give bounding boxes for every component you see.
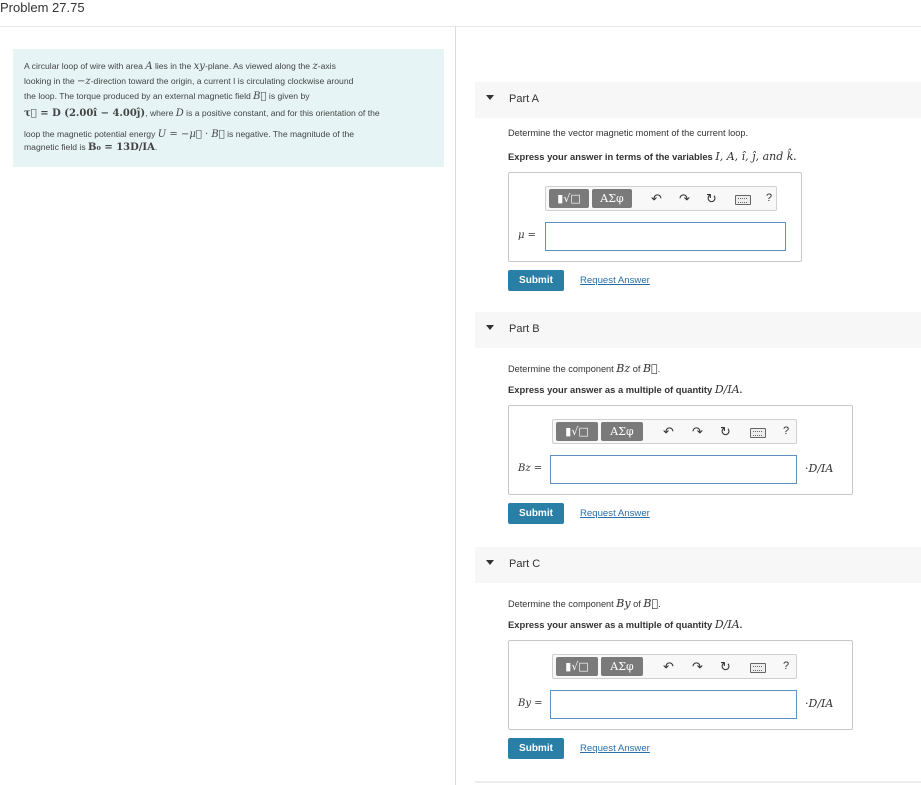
- greek-symbols-button[interactable]: ΑΣφ: [601, 422, 643, 441]
- problem-line-4: τ⃗ = D (2.00î − 4.00ĵ), where D is a pos…: [24, 108, 380, 119]
- collapse-caret-icon[interactable]: [486, 325, 494, 330]
- undo-icon[interactable]: ↶: [663, 658, 674, 675]
- energy-expression: U = −μ⃗ · B⃗: [157, 129, 225, 140]
- part-c-submit-button[interactable]: Submit: [508, 738, 564, 759]
- help-button[interactable]: ?: [783, 423, 789, 440]
- part-c-field-label: By =: [518, 698, 543, 709]
- part-c-label: Part C: [509, 558, 541, 570]
- part-b-answer-box: ▮√□ ΑΣφ ↶ ↷ ↻ ? Bz = ·D/IA: [508, 405, 853, 495]
- part-c-answer-input[interactable]: [550, 690, 797, 719]
- help-button[interactable]: ?: [783, 658, 789, 675]
- part-b-answer-input[interactable]: [550, 455, 797, 484]
- keyboard-icon[interactable]: [750, 428, 766, 438]
- help-button[interactable]: ?: [766, 190, 772, 207]
- field-magnitude-expression: B₀ = 13D/IA: [88, 142, 155, 153]
- keyboard-icon[interactable]: [750, 663, 766, 673]
- part-a-header[interactable]: Part A: [475, 82, 921, 118]
- part-a-request-answer-link[interactable]: Request Answer: [580, 275, 650, 286]
- problem-line-2: looking in the −z-direction toward the o…: [24, 76, 354, 87]
- templates-button[interactable]: ▮√□: [556, 422, 598, 441]
- collapse-caret-icon[interactable]: [486, 560, 494, 565]
- templates-button[interactable]: ▮√□: [556, 657, 598, 676]
- problem-line-1: A circular loop of wire with area A lies…: [24, 61, 336, 72]
- part-b-label: Part B: [509, 323, 540, 335]
- part-b-submit-button[interactable]: Submit: [508, 503, 564, 524]
- problem-line-5: loop the magnetic potential energy U = −…: [24, 129, 355, 140]
- math-toolbar: ▮√□ ΑΣφ ↶ ↷ ↻ ?: [552, 654, 797, 679]
- part-b-express: Express your answer as a multiple of qua…: [508, 383, 743, 396]
- part-a-label: Part A: [509, 93, 539, 105]
- reset-icon[interactable]: ↻: [720, 658, 731, 675]
- part-b-request-answer-link[interactable]: Request Answer: [580, 508, 650, 519]
- part-a-answer-input[interactable]: [545, 222, 786, 251]
- part-b-field-label: Bz =: [518, 463, 543, 474]
- bottom-divider: [475, 781, 921, 783]
- part-a-answer-box: ▮√□ ΑΣφ ↶ ↷ ↻ ? μ =: [508, 172, 802, 262]
- part-b-header[interactable]: Part B: [475, 312, 921, 348]
- redo-icon[interactable]: ↷: [692, 423, 703, 440]
- part-c-request-answer-link[interactable]: Request Answer: [580, 743, 650, 754]
- redo-icon[interactable]: ↷: [679, 190, 690, 207]
- part-c-header[interactable]: Part C: [475, 547, 921, 583]
- greek-symbols-button[interactable]: ΑΣφ: [601, 657, 643, 676]
- templates-button[interactable]: ▮√□: [549, 189, 589, 208]
- title-divider: [0, 26, 921, 27]
- part-a-submit-button[interactable]: Submit: [508, 270, 564, 291]
- math-toolbar: ▮√□ ΑΣφ ↶ ↷ ↻ ?: [552, 419, 797, 444]
- keyboard-icon[interactable]: [735, 195, 751, 205]
- math-toolbar: ▮√□ ΑΣφ ↶ ↷ ↻ ?: [545, 186, 777, 211]
- column-divider: [455, 27, 456, 785]
- part-b-instruction: Determine the component Bz of B⃗.: [508, 362, 661, 375]
- problem-line-6: magnetic field is B₀ = 13D/IA.: [24, 142, 158, 153]
- problem-line-3: the loop. The torque produced by an exte…: [24, 91, 310, 102]
- problem-statement: A circular loop of wire with area A lies…: [13, 49, 444, 167]
- part-c-unit: ·D/IA: [805, 697, 834, 710]
- collapse-caret-icon[interactable]: [486, 95, 494, 100]
- part-c-answer-box: ▮√□ ΑΣφ ↶ ↷ ↻ ? By = ·D/IA: [508, 640, 853, 730]
- part-b-unit: ·D/IA: [805, 462, 834, 475]
- undo-icon[interactable]: ↶: [651, 190, 662, 207]
- page-title: Problem 27.75: [0, 0, 85, 15]
- part-c-express: Express your answer as a multiple of qua…: [508, 618, 743, 631]
- part-c-instruction: Determine the component By of B⃗.: [508, 597, 661, 610]
- part-a-express: Express your answer in terms of the vari…: [508, 150, 797, 163]
- reset-icon[interactable]: ↻: [706, 190, 717, 207]
- greek-symbols-button[interactable]: ΑΣφ: [592, 189, 632, 208]
- torque-expression: τ⃗ = D (2.00î − 4.00ĵ): [24, 108, 146, 119]
- reset-icon[interactable]: ↻: [720, 423, 731, 440]
- part-a-field-label: μ =: [518, 230, 537, 241]
- redo-icon[interactable]: ↷: [692, 658, 703, 675]
- undo-icon[interactable]: ↶: [663, 423, 674, 440]
- part-a-instruction: Determine the vector magnetic moment of …: [508, 128, 749, 138]
